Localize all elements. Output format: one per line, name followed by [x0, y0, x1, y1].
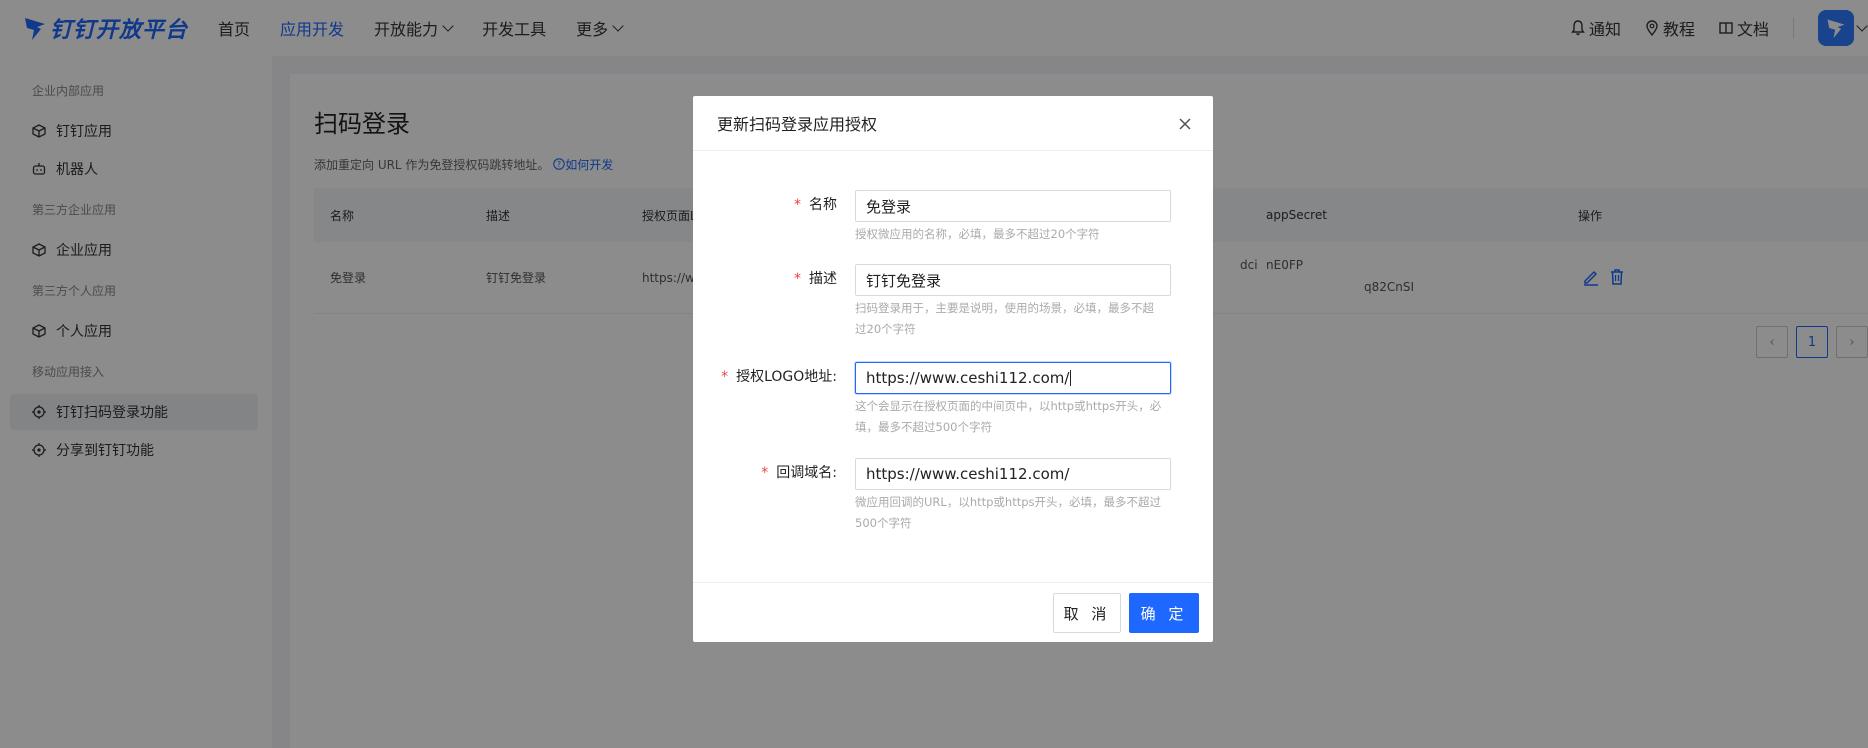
- callback-domain-input[interactable]: https://www.ceshi112.com/: [855, 458, 1171, 490]
- text-caret: [1070, 370, 1072, 386]
- logo-label: * 授权LOGO地址:: [721, 369, 837, 385]
- logo-url-input[interactable]: https://www.ceshi112.com/: [855, 362, 1171, 394]
- dialog-header: 更新扫码登录应用授权: [693, 96, 1213, 151]
- callback-domain-input-value: https://www.ceshi112.com/: [866, 465, 1070, 483]
- desc-input-value: 钉钉免登录: [866, 271, 942, 290]
- name-input-value: 免登录: [866, 197, 912, 216]
- confirm-button[interactable]: 确 定: [1129, 593, 1199, 633]
- logo-hint-line2: 填，最多不超过500个字符: [855, 420, 992, 434]
- name-label: * 名称: [794, 197, 837, 213]
- desc-label: * 描述: [794, 271, 837, 287]
- desc-input[interactable]: 钉钉免登录: [855, 264, 1171, 296]
- desc-label-text: 描述: [809, 271, 837, 287]
- desc-hint: 扫码登录用于，主要是说明，使用的场景，必填，最多不超 过20个字符: [855, 298, 1175, 340]
- logo-hint: 这个会显示在授权页面的中间页中，以http或https开头，必 填，最多不超过5…: [855, 396, 1175, 438]
- callback-hint-line2: 500个字符: [855, 516, 912, 530]
- name-label-text: 名称: [809, 197, 837, 213]
- callback-label: * 回调域名:: [761, 465, 837, 481]
- logo-label-text: 授权LOGO地址:: [736, 369, 837, 385]
- name-hint: 授权微应用的名称，必填，最多不超过20个字符: [855, 227, 1100, 241]
- dialog-footer: 取 消 确 定: [693, 582, 1213, 642]
- name-input[interactable]: 免登录: [855, 190, 1171, 222]
- callback-hint-line1: 微应用回调的URL，以http或https开头，必填，最多不超过: [855, 495, 1162, 509]
- desc-hint-line1: 扫码登录用于，主要是说明，使用的场景，必填，最多不超: [855, 301, 1154, 315]
- callback-label-text: 回调域名:: [776, 465, 837, 481]
- desc-hint-line2: 过20个字符: [855, 322, 916, 336]
- callback-hint: 微应用回调的URL，以http或https开头，必填，最多不超过 500个字符: [855, 492, 1175, 534]
- cancel-button[interactable]: 取 消: [1053, 593, 1121, 633]
- logo-hint-line1: 这个会显示在授权页面的中间页中，以http或https开头，必: [855, 399, 1162, 413]
- logo-url-input-value: https://www.ceshi112.com/: [866, 369, 1070, 387]
- dialog-title: 更新扫码登录应用授权: [717, 115, 878, 134]
- update-auth-dialog: 更新扫码登录应用授权 * 名称 免登录 授权微应用的名称，必填，最多不超过20个字…: [693, 96, 1213, 642]
- close-icon[interactable]: [1175, 114, 1195, 134]
